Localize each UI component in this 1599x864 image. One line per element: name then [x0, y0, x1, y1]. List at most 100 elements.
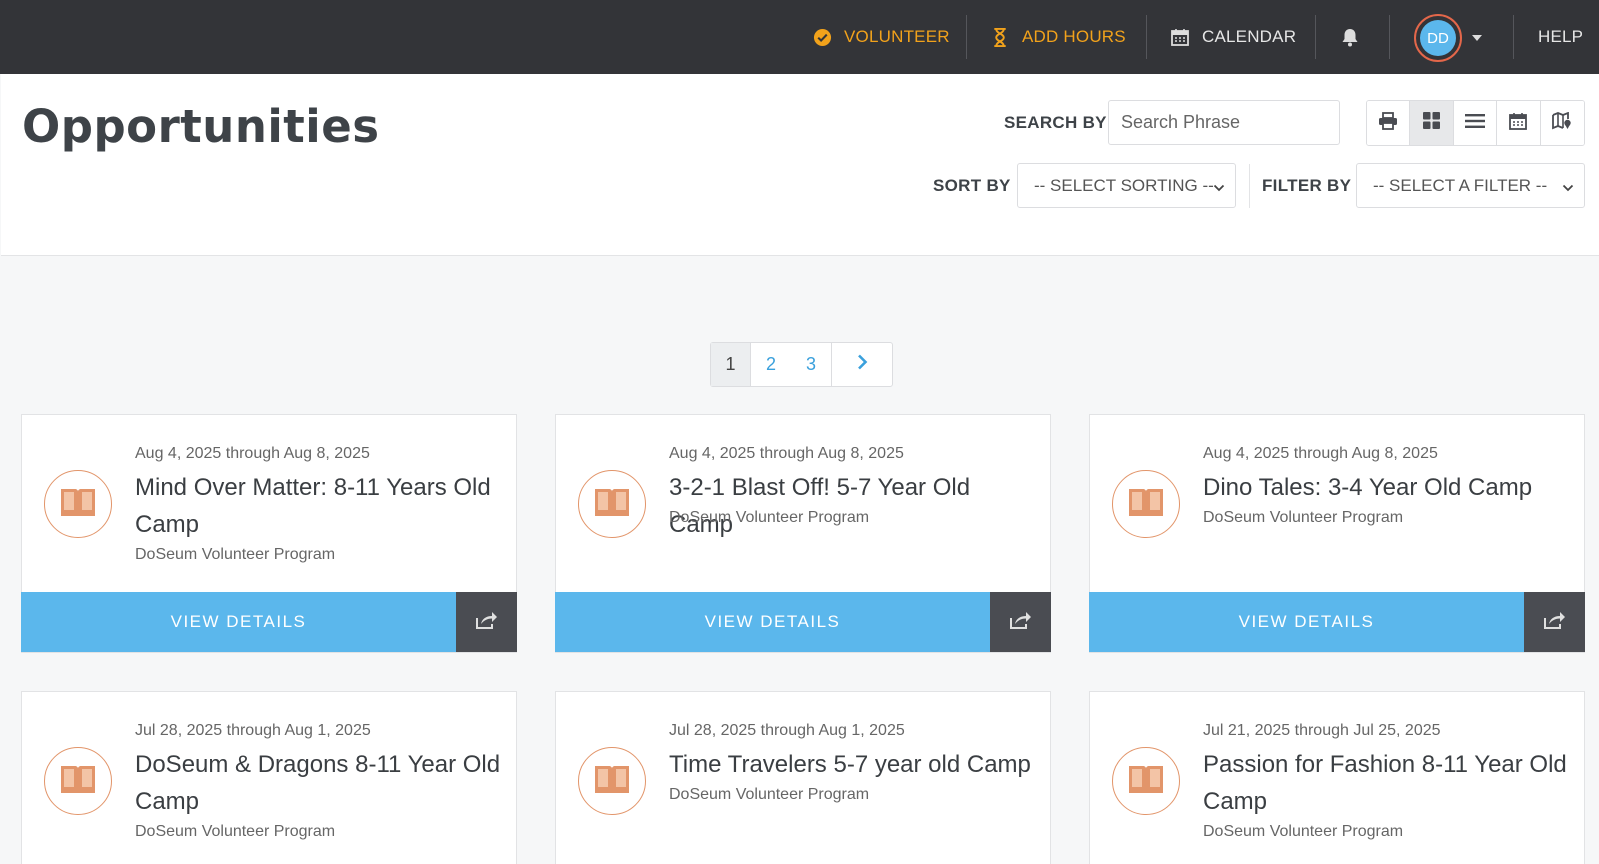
card-organization: DoSeum Volunteer Program [1203, 509, 1404, 526]
user-avatar-button[interactable]: DD [1414, 14, 1462, 62]
filter-label: FILTER BY [1262, 176, 1352, 195]
nav-divider [1146, 15, 1147, 59]
list-view-button[interactable] [1453, 101, 1498, 145]
nav-divider [1315, 15, 1316, 59]
share-button[interactable] [990, 592, 1051, 652]
filter-select[interactable]: -- SELECT A FILTER -- [1356, 163, 1585, 208]
chevron-down-icon [1213, 179, 1225, 199]
card-emblem [44, 747, 112, 815]
page-2-button[interactable]: 2 [751, 343, 791, 386]
opportunity-card[interactable]: Jul 28, 2025 through Aug 1, 2025 DoSeum … [21, 691, 517, 864]
view-details-button[interactable]: VIEW DETAILS [21, 592, 456, 652]
search-input[interactable] [1108, 100, 1340, 145]
share-button[interactable] [1524, 592, 1585, 652]
nav-calendar-label: CALENDAR [1202, 27, 1297, 46]
avatar: DD [1420, 20, 1456, 56]
hourglass-icon [990, 27, 1010, 47]
book-icon [59, 763, 97, 800]
chevron-down-icon[interactable] [1472, 35, 1482, 41]
grid-icon [1423, 112, 1441, 134]
sort-label: SORT BY [933, 176, 1011, 195]
calendar-view-button[interactable] [1497, 101, 1541, 145]
share-icon [1009, 611, 1032, 634]
card-date: Jul 28, 2025 through Aug 1, 2025 [135, 722, 371, 739]
card-title[interactable]: Time Travelers 5-7 year old Camp [669, 746, 1039, 783]
search-label: SEARCH BY [1004, 113, 1107, 132]
book-icon [59, 486, 97, 523]
calendar-icon [1509, 112, 1528, 135]
nav-divider [1513, 15, 1514, 59]
grid-view-button[interactable] [1410, 101, 1454, 145]
top-navbar: VOLUNTEER ADD HOURS CALENDAR DD HELP [0, 0, 1599, 74]
card-emblem [1112, 747, 1180, 815]
opportunity-card[interactable]: Jul 28, 2025 through Aug 1, 2025 Time Tr… [555, 691, 1051, 864]
pagination: 1 2 3 [710, 342, 893, 387]
card-emblem [1112, 470, 1180, 538]
nav-help[interactable]: HELP [1538, 0, 1583, 74]
book-icon [593, 486, 631, 523]
card-emblem [578, 747, 646, 815]
opportunity-card[interactable]: Aug 4, 2025 through Aug 8, 2025 Dino Tal… [1089, 414, 1585, 653]
page-3-button[interactable]: 3 [791, 343, 831, 386]
view-details-button[interactable]: VIEW DETAILS [555, 592, 990, 652]
card-title[interactable]: Mind Over Matter: 8-11 Years Old Camp [135, 469, 505, 543]
calendar-icon [1170, 27, 1190, 47]
nav-divider [1389, 15, 1390, 59]
list-icon [1465, 113, 1486, 134]
card-organization: DoSeum Volunteer Program [669, 786, 870, 803]
opportunity-card[interactable]: Aug 4, 2025 through Aug 8, 2025 Mind Ove… [21, 414, 517, 653]
card-title[interactable]: Dino Tales: 3-4 Year Old Camp [1203, 469, 1573, 506]
header-divider [1249, 164, 1250, 208]
card-date: Jul 28, 2025 through Aug 1, 2025 [669, 722, 905, 739]
print-view-button[interactable] [1367, 101, 1411, 145]
nav-volunteer-label: VOLUNTEER [844, 27, 950, 46]
next-page-button[interactable] [831, 343, 892, 386]
card-title[interactable]: 3-2-1 Blast Off! 5-7 Year Old Camp [669, 469, 1039, 543]
card-date: Aug 4, 2025 through Aug 8, 2025 [669, 445, 904, 462]
nav-volunteer[interactable]: VOLUNTEER [812, 0, 950, 74]
card-organization: DoSeum Volunteer Program [669, 509, 870, 526]
card-date: Jul 21, 2025 through Jul 25, 2025 [1203, 722, 1441, 739]
nav-add-hours-label: ADD HOURS [1022, 27, 1126, 46]
card-organization: DoSeum Volunteer Program [135, 823, 336, 840]
book-icon [1127, 486, 1165, 523]
page-1-button[interactable]: 1 [711, 343, 751, 386]
card-date: Aug 4, 2025 through Aug 8, 2025 [135, 445, 370, 462]
check-circle-icon [812, 27, 832, 47]
card-title[interactable]: Passion for Fashion 8-11 Year Old Camp [1203, 746, 1573, 820]
nav-help-label: HELP [1538, 27, 1584, 46]
card-title[interactable]: DoSeum & Dragons 8-11 Year Old Camp [135, 746, 505, 820]
opportunity-card[interactable]: Jul 21, 2025 through Jul 25, 2025 Passio… [1089, 691, 1585, 864]
map-icon [1552, 111, 1572, 135]
nav-add-hours[interactable]: ADD HOURS [990, 0, 1126, 74]
nav-calendar[interactable]: CALENDAR [1170, 0, 1296, 74]
bell-icon [1340, 27, 1360, 47]
page-header: Opportunities SEARCH BY Search Phrase SO… [1, 74, 1599, 256]
chevron-down-icon [1562, 179, 1574, 199]
card-organization: DoSeum Volunteer Program [135, 546, 336, 563]
share-button[interactable] [456, 592, 517, 652]
card-actions: VIEW DETAILS [555, 592, 1051, 652]
nav-divider [966, 15, 967, 59]
card-actions: VIEW DETAILS [1089, 592, 1585, 652]
view-details-button[interactable]: VIEW DETAILS [1089, 592, 1524, 652]
card-organization: DoSeum Volunteer Program [1203, 823, 1404, 840]
map-view-button[interactable] [1540, 101, 1584, 145]
share-icon [475, 611, 498, 634]
card-emblem [578, 470, 646, 538]
card-date: Aug 4, 2025 through Aug 8, 2025 [1203, 445, 1438, 462]
book-icon [593, 763, 631, 800]
sort-select[interactable]: -- SELECT SORTING -- [1017, 163, 1236, 208]
page-title: Opportunities [22, 100, 380, 153]
sort-select-value: -- SELECT SORTING -- [1034, 175, 1214, 195]
view-mode-toggle [1366, 100, 1585, 146]
chevron-right-icon [857, 354, 868, 375]
opportunity-card[interactable]: Aug 4, 2025 through Aug 8, 2025 3-2-1 Bl… [555, 414, 1051, 653]
card-actions: VIEW DETAILS [21, 592, 517, 652]
card-emblem [44, 470, 112, 538]
share-icon [1543, 611, 1566, 634]
book-icon [1127, 763, 1165, 800]
print-icon [1378, 111, 1398, 135]
filter-select-value: -- SELECT A FILTER -- [1373, 175, 1548, 195]
notifications-button[interactable] [1340, 0, 1372, 74]
